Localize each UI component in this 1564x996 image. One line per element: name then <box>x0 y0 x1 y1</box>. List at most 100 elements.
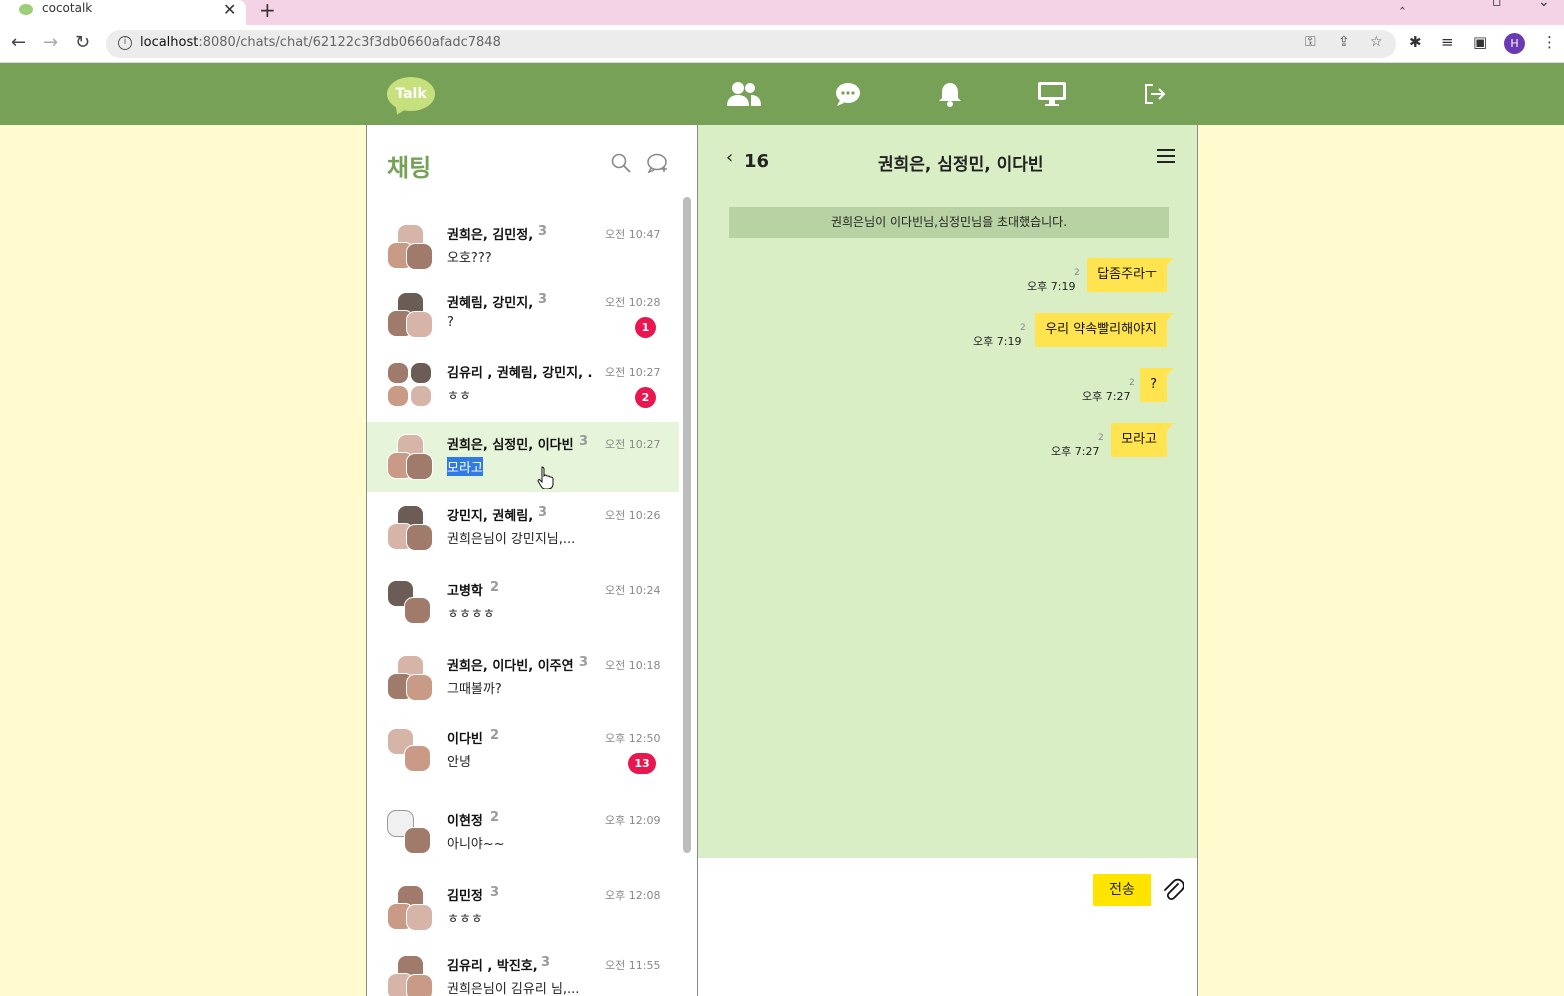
chat-name: 김유리 , 권혜림, 강민지, ... <box>447 366 592 381</box>
avatar <box>387 655 433 701</box>
member-count: 2 <box>490 728 500 743</box>
window-minimize-icon[interactable]: ‸ <box>1400 0 1405 10</box>
chat-time: 오전 10:47 <box>605 228 661 241</box>
window-close-icon[interactable]: ⌄ <box>1538 0 1550 10</box>
media-icon[interactable]: ≡ <box>1441 33 1454 51</box>
chat-bubble-icon[interactable] <box>831 79 865 109</box>
back-chevron-icon[interactable]: ‹ <box>726 147 733 168</box>
url-text: localhost:8080/chats/chat/62122c3f3db066… <box>140 35 501 50</box>
member-count: 3 <box>490 885 500 900</box>
site-info-icon[interactable]: i <box>118 36 132 50</box>
tab-title: cocotalk <box>42 1 93 15</box>
avatar <box>387 580 433 626</box>
profile-avatar[interactable]: H <box>1504 33 1525 54</box>
chat-list-item-selected[interactable]: 권희은, 심정민, 이다빈 3 오전 10:27 모라고 <box>367 422 679 492</box>
last-message: 권희은님이 김유리 님,... <box>447 982 580 996</box>
last-message: 모라고 <box>447 457 483 476</box>
chat-list-item[interactable]: 권혜림, 강민지, 3 오전 10:28 ? 1 <box>367 292 679 362</box>
chat-time: 오후 12:08 <box>605 889 661 902</box>
chat-list-item[interactable]: 고병학 2 오전 10:24 ㅎㅎㅎㅎ <box>367 580 679 650</box>
unread-badge: 2 <box>635 387 656 408</box>
address-bar[interactable]: i localhost:8080/chats/chat/62122c3f3db0… <box>106 30 1396 58</box>
bell-icon[interactable] <box>933 79 967 109</box>
chat-name: 강민지, 권혜림, <box>447 509 534 524</box>
unread-badge: 1 <box>635 317 656 338</box>
chat-list-item[interactable]: 김민정 3 오후 12:08 ㅎㅎㅎ <box>367 885 679 955</box>
chat-time: 오전 10:24 <box>605 584 661 597</box>
member-count: 3 <box>538 224 548 239</box>
more-menu-icon[interactable]: ⋮ <box>1542 33 1557 51</box>
member-count: 3 <box>579 434 589 449</box>
chat-name: 권희은, 김민정, <box>447 228 534 243</box>
favicon-icon <box>19 4 33 15</box>
chat-name: 이다빈 <box>447 732 483 747</box>
tab-close-icon[interactable]: ✕ <box>223 0 236 19</box>
search-icon[interactable] <box>611 153 631 177</box>
key-icon[interactable]: ⚿ <box>1305 34 1316 50</box>
chat-list-panel: 채팅 권희은, 김민정, 3 오전 10:47 오호??? 권혜림, 강민지, … <box>366 125 698 996</box>
chat-name: 고병학 <box>447 584 483 599</box>
system-notice: 권희은님이 이다빈님,심정민님을 초대했습니다. <box>729 207 1169 238</box>
chat-time: 오후 12:09 <box>605 814 661 827</box>
talk-logo[interactable]: Talk <box>387 77 435 111</box>
chat-name: 이현정 <box>447 814 483 829</box>
member-count: 2 <box>490 580 500 595</box>
room-title: 권희은, 심정민, 이다빈 <box>878 155 1044 175</box>
avatar <box>387 224 433 270</box>
extensions-icon[interactable]: ✱ <box>1409 33 1422 51</box>
chat-time: 오전 10:18 <box>605 659 661 672</box>
forward-arrow-icon[interactable]: → <box>43 32 58 53</box>
new-chat-icon[interactable] <box>647 153 669 177</box>
avatar <box>387 728 433 774</box>
unread-count: 2 <box>1074 268 1080 278</box>
member-count: 3 <box>538 505 548 520</box>
unread-badge: 13 <box>628 753 656 774</box>
chat-time: 오전 11:55 <box>605 959 661 972</box>
chat-room-panel: ‹ 16 권희은, 심정민, 이다빈 권희은님이 이다빈님,심정민님을 초대했습… <box>698 125 1198 996</box>
chat-list-item[interactable]: 권희은, 김민정, 3 오전 10:47 오호??? <box>367 224 679 294</box>
last-message: 오호??? <box>447 251 492 266</box>
share-icon[interactable]: ⇪ <box>1338 34 1350 50</box>
message-bubble: ? <box>1140 368 1174 402</box>
message-time: 오후 7:19 <box>1027 280 1076 293</box>
avatar <box>387 362 433 408</box>
last-message: 안녕 <box>447 755 471 770</box>
sidepanel-icon[interactable]: ▣ <box>1473 33 1487 51</box>
paperclip-icon[interactable] <box>1162 876 1185 906</box>
chat-time: 오전 10:27 <box>605 438 661 451</box>
hand-cursor-icon <box>537 466 554 489</box>
avatar <box>387 292 433 338</box>
browser-tabstrip: cocotalk ✕ + ‸ ▫ ⌄ <box>0 0 1564 25</box>
message-input-area[interactable]: 전송 <box>698 858 1197 996</box>
monitor-icon[interactable] <box>1035 79 1069 109</box>
chat-list-item[interactable]: 이현정 2 오후 12:09 아니야~~ <box>367 810 679 880</box>
window-maximize-icon[interactable]: ▫ <box>1492 0 1502 10</box>
chat-list-item[interactable]: 권희은, 이다빈, 이주연 3 오전 10:18 그때볼까? <box>367 655 679 725</box>
chat-list-item[interactable]: 김유리 , 박진호, 3 오전 11:55 권희은님이 김유리 님,... <box>367 955 679 996</box>
reload-icon[interactable]: ↻ <box>75 32 90 53</box>
member-count: 3 <box>579 655 589 670</box>
logout-icon[interactable] <box>1138 79 1172 109</box>
chat-name: 권혜림, 강민지, <box>447 296 534 311</box>
chat-name: 권희은, 심정민, 이다빈 <box>447 438 574 453</box>
room-member-count: 16 <box>744 151 770 172</box>
send-button[interactable]: 전송 <box>1093 874 1151 906</box>
browser-tab[interactable]: cocotalk ✕ <box>0 0 246 25</box>
avatar <box>387 505 433 551</box>
back-arrow-icon[interactable]: ← <box>11 32 26 53</box>
chat-name: 김민정 <box>447 889 483 904</box>
last-message: ㅎㅎㅎ <box>447 912 483 927</box>
bookmark-star-icon[interactable]: ☆ <box>1370 34 1383 50</box>
last-message: ㅎㅎ <box>447 389 471 404</box>
unread-count: 2 <box>1129 378 1135 388</box>
chat-list-scrollbar[interactable] <box>683 197 691 853</box>
member-count: 2 <box>490 810 500 825</box>
friends-icon[interactable] <box>727 79 761 109</box>
last-message: 그때볼까? <box>447 682 502 697</box>
unread-count: 2 <box>1020 323 1026 333</box>
chat-list-item[interactable]: 강민지, 권혜림, 3 오전 10:26 권희은님이 강민지님,... <box>367 505 679 575</box>
chat-list-item[interactable]: 이다빈 2 오후 12:50 안녕 13 <box>367 728 679 798</box>
last-message: 아니야~~ <box>447 837 505 852</box>
new-tab-icon[interactable]: + <box>259 0 276 22</box>
hamburger-menu-icon[interactable] <box>1157 149 1175 164</box>
